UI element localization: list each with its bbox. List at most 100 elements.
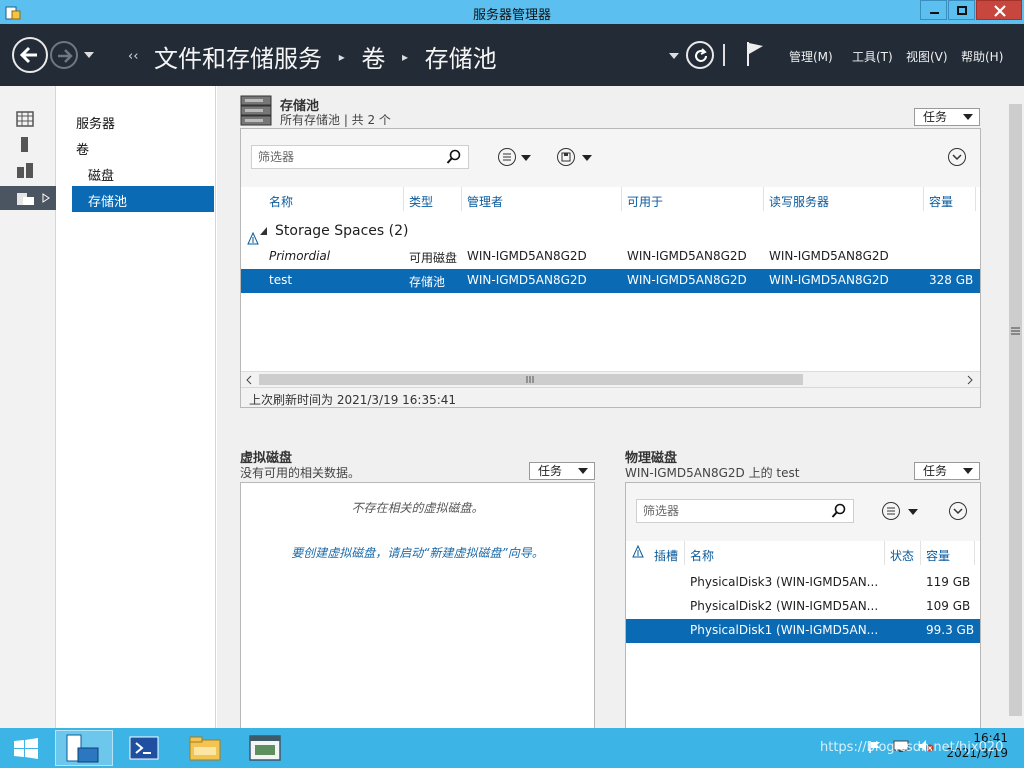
column-divider[interactable] xyxy=(884,541,885,565)
menu-help[interactable]: 帮助(H) xyxy=(961,48,1003,65)
virtual-disks-tasks-button[interactable]: 任务 xyxy=(529,462,595,480)
column-divider[interactable] xyxy=(974,541,975,565)
column-header-slot[interactable]: 插槽 xyxy=(654,547,678,564)
menu-manage[interactable]: 管理(M) xyxy=(789,48,833,65)
forward-button[interactable] xyxy=(50,41,78,69)
toolbar-divider xyxy=(723,44,725,66)
taskbar-powershell[interactable] xyxy=(117,730,175,766)
dashboard-icon[interactable] xyxy=(16,111,34,127)
table-row-selected[interactable]: PhysicalDisk1 (WIN-IGMD5AN... 99.3 GB xyxy=(626,619,980,643)
column-divider[interactable] xyxy=(920,541,921,565)
save-dropdown-icon[interactable] xyxy=(582,155,592,161)
history-dropdown-icon[interactable] xyxy=(84,52,94,58)
disk-name: PhysicalDisk3 (WIN-IGMD5AN... xyxy=(690,575,879,589)
pool-managed-by: WIN-IGMD5AN8G2D xyxy=(467,273,587,287)
all-servers-icon[interactable] xyxy=(16,162,34,178)
refresh-dropdown-icon[interactable] xyxy=(669,53,679,59)
list-view-options-icon[interactable] xyxy=(498,148,516,166)
start-button[interactable] xyxy=(0,730,52,766)
table-row[interactable]: Primordial 可用磁盘 WIN-IGMD5AN8G2D WIN-IGMD… xyxy=(241,245,980,269)
folder-icon xyxy=(189,736,221,761)
disk-name: PhysicalDisk2 (WIN-IGMD5AN... xyxy=(690,599,879,613)
pool-name: Primordial xyxy=(269,249,331,263)
filter-bar: 筛选器 xyxy=(241,129,980,187)
taskbar-remote-desktop[interactable] xyxy=(237,730,295,766)
column-divider[interactable] xyxy=(923,187,924,211)
restore-button[interactable] xyxy=(948,0,975,20)
filter-placeholder: 筛选器 xyxy=(643,504,680,518)
storage-pools-filter-input[interactable]: 筛选器 xyxy=(251,145,469,169)
file-storage-services-nav-item[interactable] xyxy=(0,186,56,210)
menu-view[interactable]: 视图(V) xyxy=(906,48,948,65)
local-server-icon[interactable] xyxy=(16,136,34,152)
column-header-name[interactable]: 名称 xyxy=(690,547,714,564)
column-header-available-to[interactable]: 可用于 xyxy=(627,193,663,210)
expand-section-icon[interactable] xyxy=(948,148,966,166)
disk-name: PhysicalDisk1 (WIN-IGMD5AN... xyxy=(690,623,879,637)
table-row[interactable]: PhysicalDisk2 (WIN-IGMD5AN... 109 GB xyxy=(626,595,980,619)
pool-available-to: WIN-IGMD5AN8G2D xyxy=(627,273,747,287)
status-strip: 上次刷新时间为 2021/3/19 16:35:41 xyxy=(241,387,980,407)
close-icon xyxy=(994,5,1006,17)
close-button[interactable] xyxy=(976,0,1022,20)
new-virtual-disk-wizard-link[interactable]: 要创建虚拟磁盘，请启动“新建虚拟磁盘”向导。 xyxy=(241,544,594,561)
column-header-name[interactable]: 名称 xyxy=(269,193,293,210)
expand-section-icon[interactable] xyxy=(949,502,967,520)
view-dropdown-icon[interactable] xyxy=(908,509,918,515)
view-dropdown-icon[interactable] xyxy=(521,155,531,161)
column-header-managed-by[interactable]: 管理者 xyxy=(467,193,503,210)
physical-disks-tasks-button[interactable]: 任务 xyxy=(914,462,980,480)
dropdown-arrow-icon xyxy=(963,114,973,120)
storage-pools-tasks-button[interactable]: 任务 xyxy=(914,108,980,126)
page-vertical-scrollbar[interactable] xyxy=(1007,86,1024,728)
search-icon[interactable] xyxy=(831,503,847,519)
back-button[interactable] xyxy=(12,37,48,73)
sort-ascending-icon[interactable] xyxy=(247,232,259,246)
column-divider[interactable] xyxy=(621,187,622,211)
column-header-capacity[interactable]: 容量 xyxy=(929,193,953,210)
virtual-disks-subtitle: 没有可用的相关数据。 xyxy=(240,466,361,480)
tree-item-disks[interactable]: 磁盘 xyxy=(88,165,114,184)
grip-icon xyxy=(526,376,534,383)
scroll-right-icon[interactable] xyxy=(966,375,974,385)
physical-disks-filter-input[interactable]: 筛选器 xyxy=(636,499,854,523)
tree-item-volumes[interactable]: 卷 xyxy=(76,139,89,158)
breadcrumb-item-storage-pools[interactable]: 存储池 xyxy=(425,45,497,73)
breadcrumb-item-file-storage[interactable]: 文件和存储服务 xyxy=(154,45,322,73)
tree-item-storage-pools[interactable]: 存储池 xyxy=(72,186,214,212)
taskbar-file-explorer[interactable] xyxy=(177,730,235,766)
column-header-status[interactable]: 状态 xyxy=(890,547,914,564)
list-view-options-icon[interactable] xyxy=(882,502,900,520)
window-title: 服务器管理器 xyxy=(472,8,551,23)
breadcrumb-item-volumes[interactable]: 卷 xyxy=(361,45,385,73)
breadcrumb-overflow-icon[interactable]: ‹‹ xyxy=(128,49,138,64)
column-divider[interactable] xyxy=(403,187,404,211)
scrollbar-thumb[interactable] xyxy=(1009,104,1022,716)
column-divider[interactable] xyxy=(684,541,685,565)
sort-ascending-icon[interactable] xyxy=(632,545,644,559)
minimize-button[interactable] xyxy=(920,0,947,20)
save-query-icon[interactable] xyxy=(557,148,575,166)
tree-item-servers[interactable]: 服务器 xyxy=(76,113,115,132)
column-divider[interactable] xyxy=(461,187,462,211)
search-icon[interactable] xyxy=(446,149,462,165)
column-divider[interactable] xyxy=(975,187,976,211)
column-divider[interactable] xyxy=(763,187,764,211)
table-row[interactable]: PhysicalDisk3 (WIN-IGMD5AN... 119 GB xyxy=(626,571,980,595)
column-header-type[interactable]: 类型 xyxy=(409,193,433,210)
menu-tools[interactable]: 工具(T) xyxy=(852,48,893,65)
refresh-button[interactable] xyxy=(686,41,714,69)
collapse-group-icon[interactable] xyxy=(259,226,269,236)
column-header-rw-server[interactable]: 读写服务器 xyxy=(769,193,829,210)
breadcrumb-separator-icon: ▸ xyxy=(338,49,345,64)
scrollbar-thumb[interactable] xyxy=(259,374,803,385)
horizontal-scrollbar[interactable] xyxy=(241,371,980,387)
filter-placeholder: 筛选器 xyxy=(258,150,295,164)
taskbar-server-manager[interactable] xyxy=(55,730,113,766)
scroll-left-icon[interactable] xyxy=(245,375,253,385)
powershell-icon xyxy=(129,736,159,760)
dropdown-arrow-icon xyxy=(963,468,973,474)
column-header-capacity[interactable]: 容量 xyxy=(926,547,950,564)
table-row-selected[interactable]: test 存储池 WIN-IGMD5AN8G2D WIN-IGMD5AN8G2D… xyxy=(241,269,980,293)
notifications-flag-icon[interactable] xyxy=(744,40,766,68)
